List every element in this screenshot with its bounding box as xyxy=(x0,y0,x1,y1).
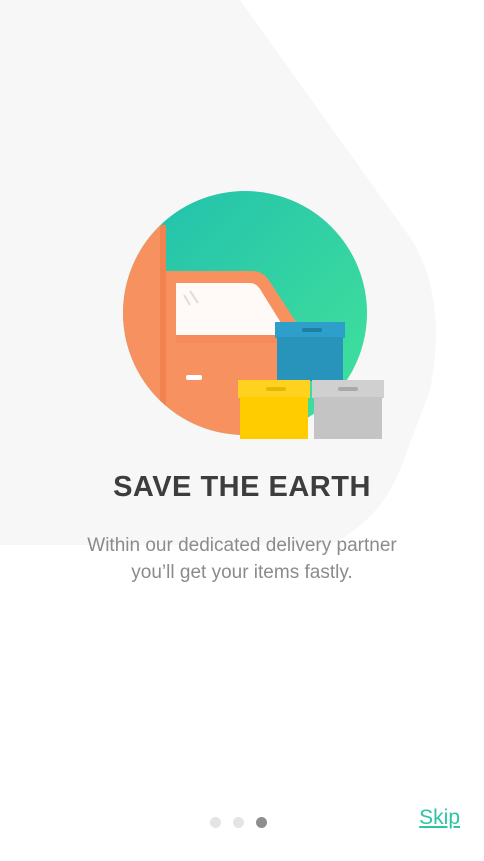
delivery-truck-with-boxes-icon xyxy=(123,191,384,439)
page-dot-2[interactable] xyxy=(233,816,244,828)
onboarding-description: Within our dedicated delivery partner yo… xyxy=(30,532,454,586)
page-dot-1[interactable] xyxy=(210,816,221,828)
page-indicator xyxy=(210,814,267,830)
onboarding-title: SAVE THE EARTH xyxy=(113,471,371,503)
description-line-2: you’ll get your items fastly. xyxy=(131,562,353,583)
skip-link[interactable]: Skip xyxy=(419,806,460,830)
page-dot-3-active[interactable] xyxy=(256,816,267,828)
description-line-1: Within our dedicated delivery partner xyxy=(87,535,397,556)
delivery-illustration xyxy=(110,185,400,445)
